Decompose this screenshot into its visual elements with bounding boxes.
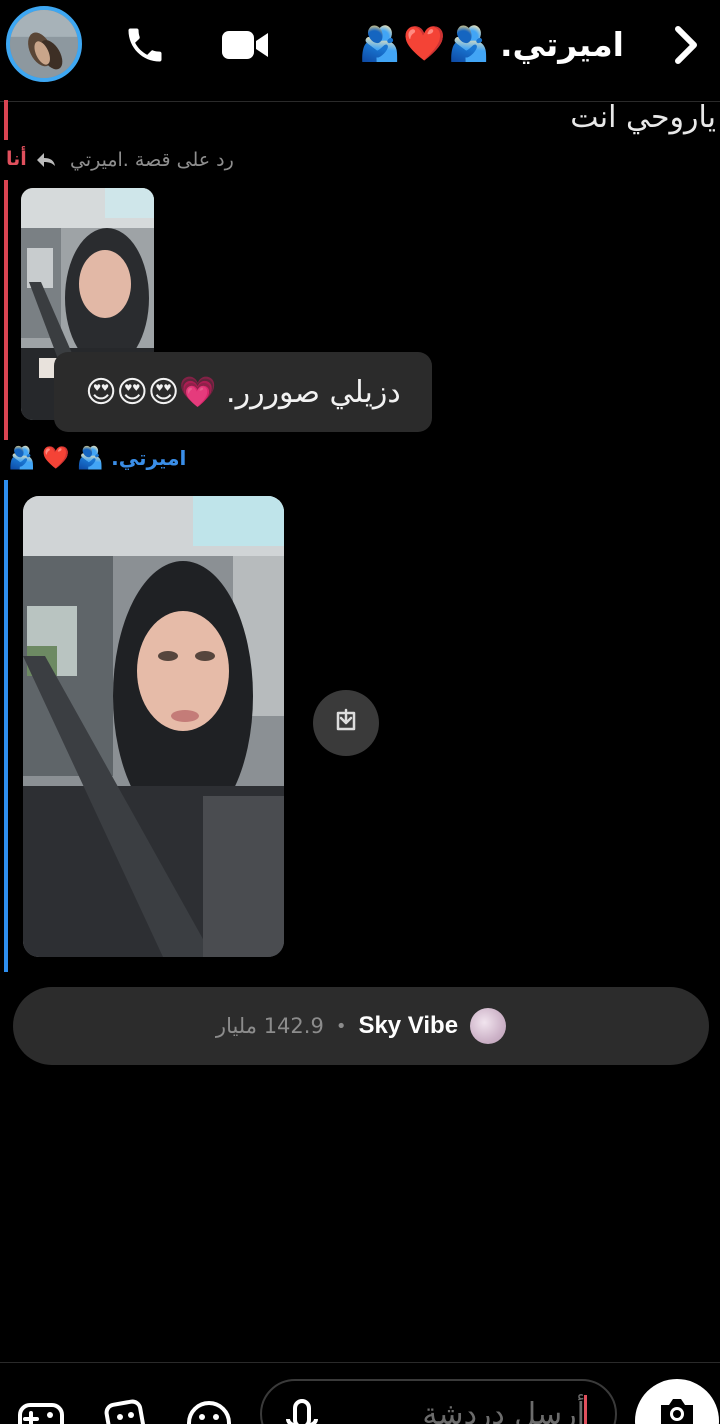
avatar[interactable]: [6, 6, 82, 82]
chevron-right-icon: [670, 25, 700, 65]
sound-avatar: [470, 1008, 507, 1044]
chat-title-name: اميرتي.: [499, 24, 624, 64]
friend-message-line: [4, 480, 8, 972]
play-count: 142.9 مليار: [215, 1014, 324, 1038]
games-icon[interactable]: [16, 1395, 66, 1424]
video-camera-icon: [220, 27, 270, 63]
chat-screen: اميرتي. 🫂 ❤️ 🫂 ياروحي انت أنا رد على قصة…: [0, 0, 720, 1424]
stickers-icon[interactable]: [100, 1395, 150, 1424]
my-message-line: [4, 100, 8, 140]
chat-header: اميرتي. 🫂 ❤️ 🫂: [0, 0, 720, 102]
heart-emoji: ❤️: [42, 446, 70, 471]
reply-arrow-icon: [36, 152, 56, 172]
sender-label: اميرتي. 🫂 ❤️ 🫂: [8, 446, 186, 471]
chat-input-placeholder: أرسل دردشة: [422, 1397, 585, 1424]
emoji-face-icon[interactable]: [184, 1395, 234, 1424]
save-media-button[interactable]: [313, 690, 379, 756]
hug-emoji: 🫂: [447, 24, 490, 64]
hug-emoji: 🫂: [76, 446, 105, 471]
chat-input[interactable]: أرسل دردشة: [260, 1379, 617, 1424]
hug-emoji: 🫂: [8, 446, 36, 471]
chat-toolbar: أرسل دردشة: [0, 1362, 720, 1424]
call-button[interactable]: [118, 18, 172, 72]
my-message-line: [4, 180, 8, 440]
sound-banner[interactable]: 142.9 مليار • Sky Vibe: [13, 987, 709, 1065]
message-text[interactable]: ياروحي انت: [570, 100, 716, 135]
camera-icon: [657, 1393, 697, 1424]
sender-name: اميرتي.: [111, 446, 187, 470]
download-icon: [332, 707, 360, 739]
hug-emoji: 🫂: [358, 24, 402, 64]
microphone-icon[interactable]: [284, 1399, 320, 1424]
heart-emoji: ❤️: [403, 24, 446, 64]
chat-title[interactable]: اميرتي. 🫂 ❤️ 🫂: [358, 22, 624, 66]
sound-name: Sky Vibe: [358, 1012, 459, 1039]
shared-photo[interactable]: [23, 496, 284, 957]
me-label: أنا: [6, 148, 27, 170]
separator-dot: •: [335, 1015, 347, 1037]
story-reply-label: رد على قصة .اميرتي: [70, 149, 234, 171]
message-bubble[interactable]: دزيلي صوررر. 💗😍😍😍: [54, 352, 432, 432]
video-call-button[interactable]: [218, 18, 272, 72]
camera-button[interactable]: [635, 1379, 719, 1424]
back-button[interactable]: [658, 18, 712, 72]
phone-icon: [123, 23, 167, 67]
